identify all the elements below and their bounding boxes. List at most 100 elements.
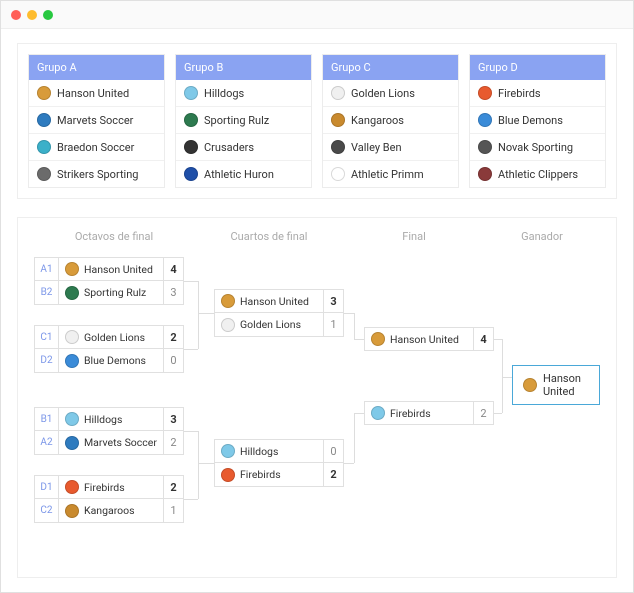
bracket-connector — [198, 431, 199, 499]
match-slot[interactable]: D1Firebirds2 — [34, 475, 184, 499]
match-slot[interactable]: Firebirds2 — [364, 401, 494, 425]
team-badge-icon — [221, 468, 235, 482]
team-name: Golden Lions — [84, 331, 145, 344]
bracket-connector — [198, 313, 214, 314]
team-badge-icon — [184, 86, 198, 100]
team-name: Firebirds — [84, 481, 125, 494]
team-badge-icon — [184, 167, 198, 181]
team-row[interactable]: Hanson United — [29, 80, 164, 106]
minimize-icon[interactable] — [27, 10, 37, 20]
team-badge-icon — [331, 86, 345, 100]
team-name: Blue Demons — [84, 354, 146, 367]
match-slot[interactable]: B1Hilldogs3 — [34, 407, 184, 431]
bracket-connector — [198, 281, 199, 349]
team-name: Golden Lions — [351, 87, 415, 100]
group-card: Grupo CGolden LionsKangaroosValley BenAt… — [322, 54, 459, 188]
team-name: Hilldogs — [84, 413, 122, 426]
team-name: Valley Ben — [351, 141, 402, 154]
match-slot[interactable]: B2Sporting Rulz3 — [34, 281, 184, 305]
team-row[interactable]: Athletic Huron — [176, 160, 311, 187]
score: 2 — [323, 463, 343, 486]
team-row[interactable]: Golden Lions — [323, 80, 458, 106]
team-name: Hilldogs — [240, 445, 278, 458]
groups-panel: Grupo AHanson UnitedMarvets SoccerBraedo… — [17, 43, 617, 199]
bracket-connector — [502, 377, 512, 378]
team-row[interactable]: Firebirds — [470, 80, 605, 106]
bracket-connector — [354, 413, 355, 463]
score: 1 — [163, 499, 183, 522]
team-badge-icon — [184, 140, 198, 154]
score: 0 — [163, 349, 183, 372]
team-row[interactable]: Sporting Rulz — [176, 106, 311, 133]
team-badge-icon — [478, 86, 492, 100]
match: Hanson United4 — [364, 327, 494, 351]
match-slot[interactable]: Firebirds2 — [214, 463, 344, 487]
team-row[interactable]: Athletic Primm — [323, 160, 458, 187]
bracket-connector — [184, 349, 198, 350]
team-name: Crusaders — [204, 141, 254, 154]
team-badge-icon — [478, 140, 492, 154]
app-window: Grupo AHanson UnitedMarvets SoccerBraedo… — [0, 0, 634, 593]
team-row[interactable]: Blue Demons — [470, 106, 605, 133]
match-slot[interactable]: C1Golden Lions2 — [34, 325, 184, 349]
team-row[interactable]: Novak Sporting — [470, 133, 605, 160]
team-name: Hilldogs — [204, 87, 244, 100]
bracket-connector — [494, 413, 502, 414]
team-badge-icon — [37, 86, 51, 100]
team-badge-icon — [65, 330, 79, 344]
team-badge-icon — [65, 354, 79, 368]
match-slot[interactable]: Hanson United3 — [214, 289, 344, 313]
match: Hanson United3Golden Lions1 — [214, 289, 344, 337]
bracket-connector — [184, 431, 198, 432]
bracket-connector — [344, 313, 354, 314]
team-row[interactable]: Braedon Soccer — [29, 133, 164, 160]
match-slot[interactable]: Hilldogs 0 — [214, 439, 344, 463]
round-label-qf: Cuartos de final — [194, 230, 344, 243]
bracket-connector — [354, 413, 364, 414]
seed-label: A1 — [35, 258, 59, 280]
team-row[interactable]: Athletic Clippers — [470, 160, 605, 187]
team-badge-icon — [371, 332, 385, 346]
close-icon[interactable] — [11, 10, 21, 20]
bracket-panel: Octavos de final Cuartos de final Final … — [17, 217, 617, 578]
team-badge-icon — [331, 140, 345, 154]
score: 2 — [163, 326, 183, 348]
team-name: Firebirds — [390, 407, 431, 420]
match: Hilldogs 0Firebirds2 — [214, 439, 344, 487]
match: D1Firebirds2C2Kangaroos1 — [34, 475, 184, 523]
seed-label: A2 — [35, 431, 59, 454]
winner-badge-icon — [523, 378, 537, 392]
team-row[interactable]: Marvets Soccer — [29, 106, 164, 133]
score: 0 — [323, 440, 343, 462]
team-row[interactable]: Hilldogs — [176, 80, 311, 106]
team-name: Hanson United — [84, 263, 153, 276]
team-name: Sporting Rulz — [84, 286, 146, 299]
team-row[interactable]: Crusaders — [176, 133, 311, 160]
team-name: Strikers Sporting — [57, 168, 138, 181]
match-slot[interactable]: Golden Lions1 — [214, 313, 344, 337]
bracket: A1Hanson United4B2Sporting Rulz3C1Golden… — [34, 257, 600, 557]
group-card: Grupo BHilldogsSporting RulzCrusadersAth… — [175, 54, 312, 188]
winner-box[interactable]: Hanson United — [512, 365, 600, 405]
team-name: Sporting Rulz — [204, 114, 269, 127]
team-badge-icon — [65, 504, 79, 518]
team-row[interactable]: Strikers Sporting — [29, 160, 164, 187]
group-title: Grupo A — [29, 55, 164, 80]
team-row[interactable]: Valley Ben — [323, 133, 458, 160]
team-name: Hanson United — [390, 333, 459, 346]
team-name: Blue Demons — [498, 114, 563, 127]
round-labels: Octavos de final Cuartos de final Final … — [34, 230, 600, 243]
match: A1Hanson United4B2Sporting Rulz3 — [34, 257, 184, 305]
team-row[interactable]: Kangaroos — [323, 106, 458, 133]
match-slot[interactable]: C2Kangaroos1 — [34, 499, 184, 523]
match-slot[interactable]: Hanson United4 — [364, 327, 494, 351]
team-name: Kangaroos — [351, 114, 404, 127]
team-badge-icon — [331, 113, 345, 127]
seed-label: C2 — [35, 499, 59, 522]
maximize-icon[interactable] — [43, 10, 53, 20]
match-slot[interactable]: A1Hanson United4 — [34, 257, 184, 281]
match-slot[interactable]: A2Marvets Soccer2 — [34, 431, 184, 455]
seed-label: B1 — [35, 408, 59, 430]
team-name: Marvets Soccer — [84, 436, 157, 449]
match-slot[interactable]: D2Blue Demons0 — [34, 349, 184, 373]
